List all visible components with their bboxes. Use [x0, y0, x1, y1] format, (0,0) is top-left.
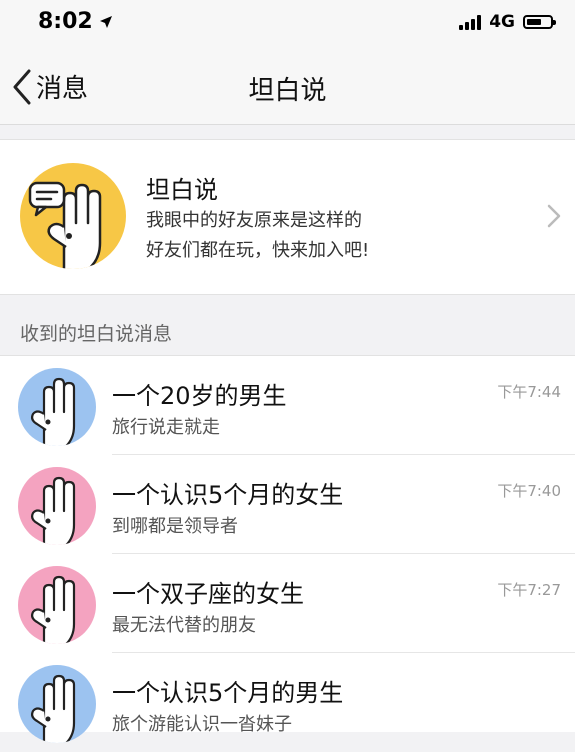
section-header: 收到的坦白说消息	[20, 323, 173, 345]
message-item[interactable]: 一个20岁的男生 旅行说走就走 下午7:44	[0, 356, 575, 455]
message-time: 下午7:27	[497, 581, 561, 599]
chevron-right-icon	[547, 204, 561, 228]
message-time: 下午7:44	[497, 383, 561, 401]
signal-icon	[459, 14, 482, 30]
message-item[interactable]: 一个认识5个月的女生 到哪都是领导者 下午7:40	[0, 455, 575, 554]
promo-call-to-action: 好友们都在玩，快来加入吧!	[146, 240, 370, 261]
message-title: 一个认识5个月的女生	[112, 481, 344, 509]
promo-logo	[20, 163, 126, 269]
hand-icon	[31, 674, 76, 743]
message-title: 一个双子座的女生	[112, 580, 304, 608]
location-arrow-icon	[99, 15, 112, 28]
hand-icon	[31, 476, 76, 545]
status-indicators: 4G	[459, 12, 556, 32]
status-time-label: 8:02	[38, 9, 93, 34]
hand-icon	[28, 181, 102, 269]
avatar	[18, 665, 96, 743]
speech-bubble-icon	[28, 181, 66, 217]
network-label: 4G	[489, 12, 515, 32]
hand-icon	[31, 377, 76, 446]
message-title: 一个认识5个月的男生	[112, 679, 344, 707]
message-subtitle: 旅行说走就走	[112, 417, 220, 438]
hand-icon	[31, 575, 76, 644]
watermark	[437, 693, 567, 719]
message-subtitle: 到哪都是领导者	[112, 516, 238, 537]
message-subtitle: 最无法代替的朋友	[112, 615, 256, 636]
status-time: 8:02	[38, 9, 113, 34]
avatar	[18, 467, 96, 545]
message-list: 一个20岁的男生 旅行说走就走 下午7:44 一个认识5个月的女生 到哪都是领导…	[0, 355, 575, 743]
message-title: 一个20岁的男生	[112, 382, 287, 410]
promo-card[interactable]: 坦白说 我眼中的好友原来是这样的 好友们都在玩，快来加入吧!	[0, 139, 575, 295]
nav-bar: 消息 坦白说	[0, 48, 575, 125]
battery-icon	[523, 15, 556, 29]
message-item[interactable]: 一个双子座的女生 最无法代替的朋友 下午7:27	[0, 554, 575, 653]
promo-description: 我眼中的好友原来是这样的	[146, 210, 362, 231]
promo-title: 坦白说	[146, 176, 218, 204]
page-title: 坦白说	[248, 76, 327, 106]
avatar	[18, 566, 96, 644]
message-time: 下午7:40	[497, 482, 561, 500]
avatar	[18, 368, 96, 446]
status-bar: 8:02 4G	[0, 0, 575, 48]
message-subtitle: 旅个游能认识一沓妹子	[112, 714, 292, 735]
